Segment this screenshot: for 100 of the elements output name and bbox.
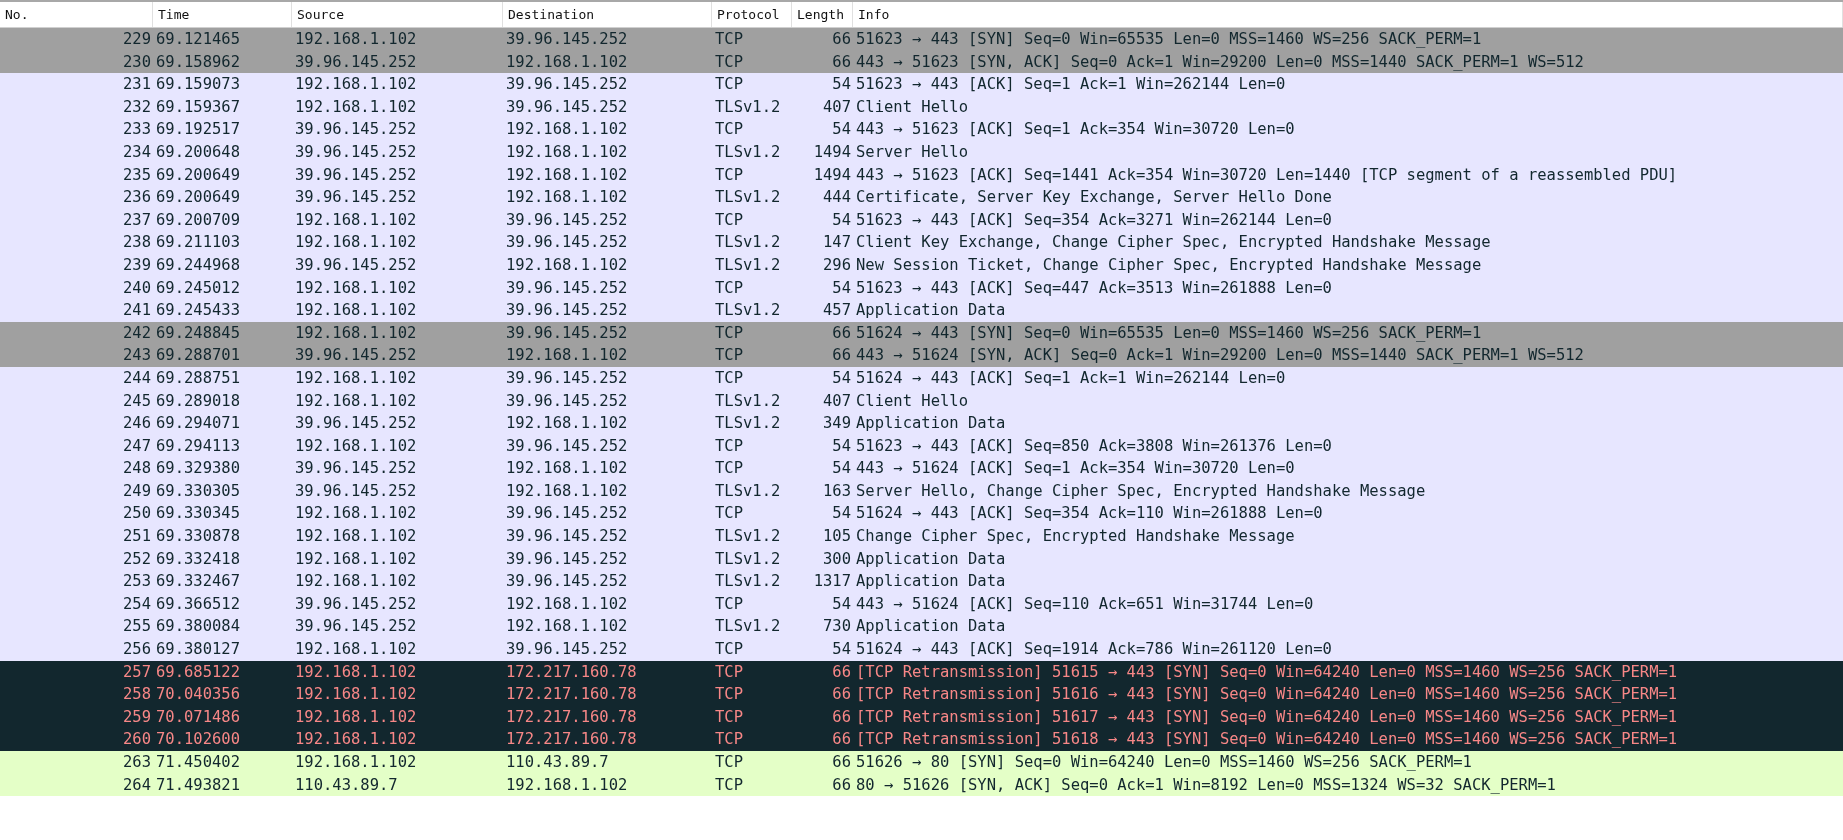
- packet-row[interactable]: 234 69.200648 39.96.145.252 192.168.1.102 TLSv1.2 1494 Server Hello: [0, 140, 1843, 164]
- table-cell-text: 1317: [812, 571, 852, 593]
- table-cell-text: Application Data: [855, 571, 1007, 593]
- table-cell-text: Application Data: [855, 616, 1007, 638]
- table-cell-text: 192.168.1.102: [294, 74, 418, 96]
- table-cell-text: [TCP Retransmission] 51616 → 443 [SYN] Seq=0 Win=64240 Len=0 MSS=1460 WS=256 SACK_PERM=1: [855, 684, 1679, 706]
- table-cell-text: 192.168.1.102: [505, 141, 629, 163]
- packet-row[interactable]: 244 69.288751 192.168.1.102 39.96.145.252 TCP 54 51624 → 443 [ACK] Seq=1 Ack=1 Win=262144 Len=0: [0, 366, 1843, 390]
- table-cell-text: 39.96.145.252: [294, 593, 418, 615]
- packet-row[interactable]: 237 69.200709 192.168.1.102 39.96.145.252 TCP 54 51623 → 443 [ACK] Seq=354 Ack=3271 Win=262144 Len=0: [0, 208, 1843, 232]
- column-header[interactable]: Length: [792, 2, 853, 27]
- table-cell-text: Server Hello: [855, 141, 969, 163]
- table-cell-text: 192.168.1.102: [294, 300, 418, 322]
- column-header[interactable]: Source: [292, 2, 503, 27]
- table-cell-text: 54: [831, 593, 852, 615]
- table-cell-text: 192.168.1.102: [294, 571, 418, 593]
- column-header[interactable]: Info: [853, 2, 1843, 27]
- table-cell-text: 70.102600: [155, 729, 241, 751]
- table-cell-text: 192.168.1.102: [505, 616, 629, 638]
- packet-row[interactable]: 250 69.330345 192.168.1.102 39.96.145.252 TCP 54 51624 → 443 [ACK] Seq=354 Ack=110 Win=261888 Len=0: [0, 502, 1843, 526]
- table-cell-text: TLSv1.2: [714, 141, 782, 163]
- table-cell-text: TLSv1.2: [714, 548, 782, 570]
- packet-row[interactable]: 248 69.329380 39.96.145.252 192.168.1.102 TCP 54 443 → 51624 [ACK] Seq=1 Ack=354 Win=30720 Len=0: [0, 457, 1843, 480]
- packet-row[interactable]: 255 69.380084 39.96.145.252 192.168.1.102 TLSv1.2 730 Application Data: [0, 615, 1843, 639]
- table-cell-text: 192.168.1.102: [294, 752, 418, 773]
- packet-row[interactable]: 236 69.200649 39.96.145.252 192.168.1.102 TLSv1.2 444 Certificate, Server Key Exchange, Server Hello Done: [0, 186, 1843, 209]
- packet-row[interactable]: 233 69.192517 39.96.145.252 192.168.1.102 TCP 54 443 → 51623 [ACK] Seq=1 Ack=354 Win=30720 Len=0: [0, 118, 1843, 141]
- table-cell-text: TCP: [714, 503, 744, 525]
- table-cell-text: 39.96.145.252: [505, 639, 629, 661]
- table-cell-text: 192.168.1.102: [294, 232, 418, 254]
- table-cell-text: 54: [831, 503, 852, 525]
- table-cell-text: 69.244968: [155, 254, 241, 276]
- table-cell-text: 263: [122, 752, 152, 773]
- packet-row[interactable]: 256 69.380127 192.168.1.102 39.96.145.252 TCP 54 51624 → 443 [ACK] Seq=1914 Ack=786 Win=261120 Len=0: [0, 638, 1843, 661]
- packet-row[interactable]: 238 69.211103 192.168.1.102 39.96.145.252 TLSv1.2 147 Client Key Exchange, Change Cipher Spec, Encrypted Handshake Message: [0, 231, 1843, 254]
- packet-row[interactable]: 251 69.330878 192.168.1.102 39.96.145.252 TLSv1.2 105 Change Cipher Spec, Encrypted Handshake Message: [0, 525, 1843, 548]
- table-cell-text: 69.192517: [155, 119, 241, 141]
- table-cell-text: 232: [122, 96, 152, 118]
- table-cell-text: 69.294113: [155, 435, 241, 457]
- packet-row[interactable]: 240 69.245012 192.168.1.102 39.96.145.252 TCP 54 51623 → 443 [ACK] Seq=447 Ack=3513 Win=261888 Len=0: [0, 276, 1843, 300]
- table-cell-text: 71.493821: [155, 774, 241, 796]
- table-cell-text: TLSv1.2: [714, 187, 782, 209]
- table-cell-text: 236: [122, 187, 152, 209]
- packet-row[interactable]: 249 69.330305 39.96.145.252 192.168.1.102 TLSv1.2 163 Server Hello, Change Cipher Spec, Encrypted Handshake Message: [0, 479, 1843, 503]
- table-cell-text: 69.332418: [155, 548, 241, 570]
- packet-row[interactable]: 241 69.245433 192.168.1.102 39.96.145.252 TLSv1.2 457 Application Data: [0, 299, 1843, 322]
- packet-row[interactable]: 239 69.244968 39.96.145.252 192.168.1.102 TLSv1.2 296 New Session Ticket, Change Cipher Spec, Encrypted Handshake Message: [0, 253, 1843, 277]
- packet-row[interactable]: 257 69.685122 192.168.1.102 172.217.160.78 TCP 66 [TCP Retransmission] 51615 → 443 [SYN] Seq=0 Win=64240 Len=0 MSS=1460 WS=256 SACK_PERM=1: [0, 660, 1843, 684]
- table-cell-text: 192.168.1.102: [294, 435, 418, 457]
- table-cell-text: Application Data: [855, 548, 1007, 570]
- table-cell-text: 39.96.145.252: [294, 187, 418, 209]
- packet-row[interactable]: 235 69.200649 39.96.145.252 192.168.1.102 TCP 1494 443 → 51623 [ACK] Seq=1441 Ack=354 Win=30720 Len=1440 [TCP segment of a reassembled PDU]: [0, 163, 1843, 187]
- packet-row[interactable]: 230 69.158962 39.96.145.252 192.168.1.102 TCP 66 443 → 51623 [SYN, ACK] Seq=0 Ack=1 Win=29200 Len=0 MSS=1440 SACK_PERM=1 WS=512: [0, 50, 1843, 74]
- table-cell-text: 51623 → 443 [ACK] Seq=850 Ack=3808 Win=261376 Len=0: [855, 435, 1333, 457]
- table-cell-text: 192.168.1.102: [294, 639, 418, 661]
- table-cell-text: TLSv1.2: [714, 526, 782, 548]
- table-cell-text: 258: [122, 684, 152, 706]
- packet-row[interactable]: 258 70.040356 192.168.1.102 172.217.160.78 TCP 66 [TCP Retransmission] 51616 → 443 [SYN] Seq=0 Win=64240 Len=0 MSS=1460 WS=256 SACK_PERM=1: [0, 683, 1843, 706]
- column-header[interactable]: Time: [153, 2, 292, 27]
- table-cell-text: 39.96.145.252: [505, 277, 629, 299]
- packet-row[interactable]: 260 70.102600 192.168.1.102 172.217.160.78 TCP 66 [TCP Retransmission] 51618 → 443 [SYN] Seq=0 Win=64240 Len=0 MSS=1460 WS=256 SACK_PERM=1: [0, 728, 1843, 751]
- column-header[interactable]: Protocol: [712, 2, 792, 27]
- packet-row[interactable]: 229 69.121465 192.168.1.102 39.96.145.252 TCP 66 51623 → 443 [SYN] Seq=0 Win=65535 Len=0 MSS=1460 WS=256 SACK_PERM=1: [0, 28, 1843, 51]
- table-cell-text: 192.168.1.102: [294, 367, 418, 389]
- table-cell-text: 39.96.145.252: [294, 413, 418, 435]
- table-cell-text: 254: [122, 593, 152, 615]
- packet-row[interactable]: 231 69.159073 192.168.1.102 39.96.145.252 TCP 54 51623 → 443 [ACK] Seq=1 Ack=1 Win=262144 Len=0: [0, 73, 1843, 96]
- packet-row[interactable]: 263 71.450402 192.168.1.102 110.43.89.7 TCP 66 51626 → 80 [SYN] Seq=0 Win=64240 Len=0 MSS=1460 WS=256 SACK_PERM=1: [0, 751, 1843, 774]
- packet-row[interactable]: 242 69.248845 192.168.1.102 39.96.145.252 TCP 66 51624 → 443 [SYN] Seq=0 Win=65535 Len=0 MSS=1460 WS=256 SACK_PERM=1: [0, 321, 1843, 345]
- table-cell-text: 69.330345: [155, 503, 241, 525]
- packet-row[interactable]: 247 69.294113 192.168.1.102 39.96.145.252 TCP 54 51623 → 443 [ACK] Seq=850 Ack=3808 Win=261376 Len=0: [0, 434, 1843, 458]
- table-cell-text: 69.330878: [155, 526, 241, 548]
- table-cell-text: 39.96.145.252: [505, 526, 629, 548]
- table-cell-text: [TCP Retransmission] 51615 → 443 [SYN] Seq=0 Win=64240 Len=0 MSS=1460 WS=256 SACK_PERM=1: [855, 661, 1679, 683]
- table-cell-text: 172.217.160.78: [505, 729, 638, 751]
- packet-row[interactable]: 264 71.493821 110.43.89.7 192.168.1.102 TCP 66 80 → 51626 [SYN, ACK] Seq=0 Ack=1 Win=8192 Len=0 MSS=1324 WS=32 SACK_PERM=1: [0, 773, 1843, 797]
- table-cell-text: 66: [831, 684, 852, 706]
- packet-row[interactable]: 252 69.332418 192.168.1.102 39.96.145.252 TLSv1.2 300 Application Data: [0, 547, 1843, 571]
- table-cell-text: TCP: [714, 29, 744, 50]
- table-cell-text: 39.96.145.252: [294, 480, 418, 502]
- packet-row[interactable]: 259 70.071486 192.168.1.102 172.217.160.78 TCP 66 [TCP Retransmission] 51617 → 443 [SYN] Seq=0 Win=64240 Len=0 MSS=1460 WS=256 SACK_PERM=1: [0, 705, 1843, 729]
- column-header[interactable]: No.: [0, 2, 153, 27]
- table-cell-text: 69.248845: [155, 322, 241, 344]
- table-cell-text: 71.450402: [155, 752, 241, 773]
- table-cell-text: TLSv1.2: [714, 96, 782, 118]
- table-cell-text: 252: [122, 548, 152, 570]
- table-cell-text: 147: [822, 232, 852, 254]
- packet-row[interactable]: 246 69.294071 39.96.145.252 192.168.1.102 TLSv1.2 349 Application Data: [0, 412, 1843, 435]
- column-header[interactable]: Destination: [503, 2, 712, 27]
- table-cell-text: 259: [122, 706, 152, 728]
- table-cell-text: Client Hello: [855, 390, 969, 412]
- table-cell-text: 407: [822, 390, 852, 412]
- packet-row[interactable]: 232 69.159367 192.168.1.102 39.96.145.252 TLSv1.2 407 Client Hello: [0, 95, 1843, 119]
- packet-row[interactable]: 243 69.288701 39.96.145.252 192.168.1.102 TCP 66 443 → 51624 [SYN, ACK] Seq=0 Ack=1 Win=29200 Len=0 MSS=1440 SACK_PERM=1 WS=512: [0, 344, 1843, 367]
- table-cell-text: 234: [122, 141, 152, 163]
- packet-row[interactable]: 245 69.289018 192.168.1.102 39.96.145.252 TLSv1.2 407 Client Hello: [0, 389, 1843, 413]
- table-cell-text: 39.96.145.252: [294, 164, 418, 186]
- packet-row[interactable]: 253 69.332467 192.168.1.102 39.96.145.252 TLSv1.2 1317 Application Data: [0, 570, 1843, 593]
- packet-row[interactable]: 254 69.366512 39.96.145.252 192.168.1.102 TCP 54 443 → 51624 [ACK] Seq=110 Ack=651 Win=31744 Len=0: [0, 592, 1843, 616]
- table-cell-text: 70.071486: [155, 706, 241, 728]
